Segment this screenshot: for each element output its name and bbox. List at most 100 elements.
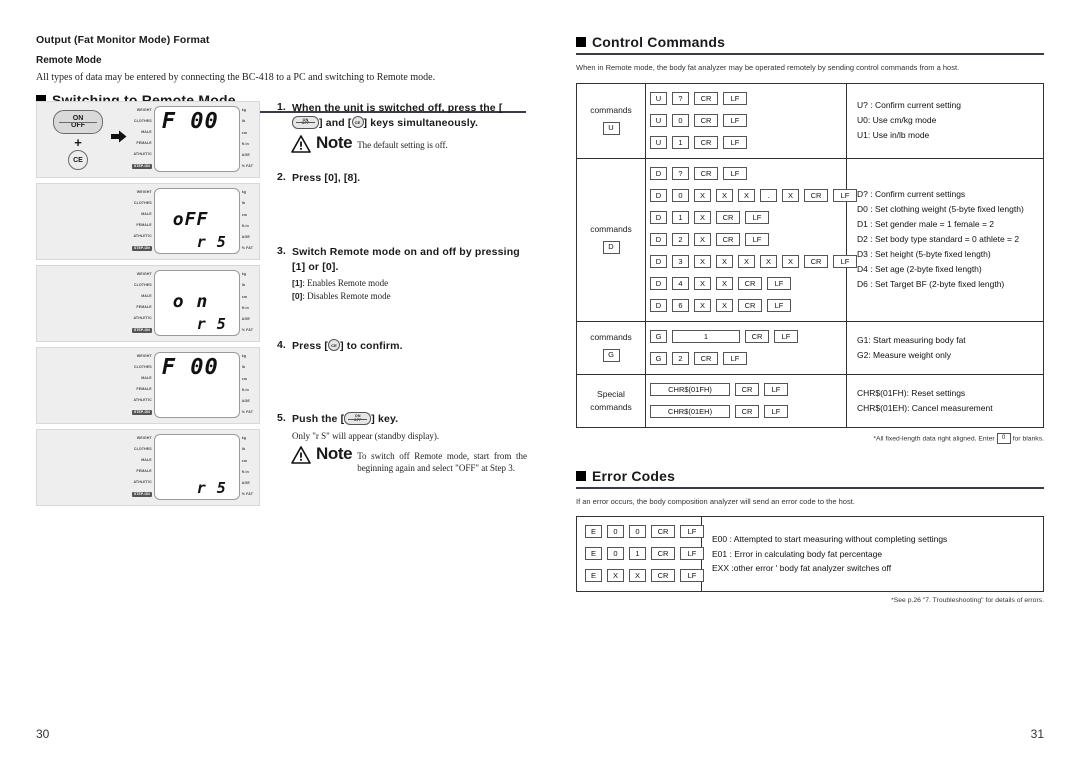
lcd-label-step-on: STEP-ON	[132, 163, 152, 169]
box-cr: CR	[694, 166, 718, 180]
box-chr-01eh: CHR$(01EH)	[650, 404, 730, 418]
lcd-label-clothes: CLOTHES	[133, 282, 152, 287]
output-format-heading: Output (Fat Monitor Mode) Format	[36, 34, 210, 46]
lcd-display-1: WEIGHT CLOTHES MALE FEMALE ATHLETIC STEP…	[132, 106, 253, 172]
lcd-unit-kg: kg	[241, 272, 247, 276]
box-d: D	[650, 298, 667, 312]
lcd-label-athletic: ATHLETIC	[133, 233, 152, 238]
box-e: E	[585, 525, 602, 539]
g-label-cell: commands G	[576, 320, 646, 375]
lcd-label-athletic: ATHLETIC	[133, 315, 152, 320]
box-cr: CR	[804, 188, 828, 202]
note-text-2: To switch off Remote mode, start from th…	[357, 450, 527, 473]
box-6: 6	[672, 298, 689, 312]
lcd-display-4: WEIGHT CLOTHES MALE FEMALE ATHLETIC STEP…	[132, 352, 253, 418]
error-codes-rule	[576, 486, 1044, 489]
lcd-unit-kg: kg	[241, 354, 247, 358]
u-label-box: U	[602, 121, 620, 135]
g-desc-1: G1: Start measuring body fat	[857, 334, 966, 345]
lcd-screen-3: o n r 5	[153, 270, 240, 336]
box-x: X	[782, 188, 799, 202]
u-sequence-cell: U? CR LF U 0 CR LF U 1 CR LF	[645, 82, 847, 159]
lcd-unit-lb: lb	[241, 447, 246, 452]
d-desc-2: D0 : Set clothing weight (5-byte fixed l…	[857, 204, 1024, 215]
lcd-left-labels-3: WEIGHT CLOTHES MALE FEMALE ATHLETIC STEP…	[132, 270, 152, 336]
lcd-value-5-sub: r 5	[196, 479, 227, 497]
box-x: X	[694, 232, 711, 246]
lcd-left-labels-1: WEIGHT CLOTHES MALE FEMALE ATHLETIC STEP…	[132, 106, 152, 172]
box-lf: LF	[723, 113, 747, 127]
step-4-text-b: ] to confirm.	[340, 340, 403, 353]
lcd-unit-ftin: ft.in	[241, 223, 249, 228]
box-x: X	[760, 254, 777, 268]
lcd-display-3: WEIGHT CLOTHES MALE FEMALE ATHLETIC STEP…	[132, 270, 253, 336]
lcd-screen-2: oFF r 5	[153, 188, 240, 254]
box-0: 0	[629, 525, 646, 539]
box-x: X	[629, 569, 646, 583]
table-row-u-commands: commands U U? CR LF U 0 CR LF U 1 CR LF U? : Con…	[576, 82, 1044, 159]
box-d: D	[650, 188, 667, 202]
special-label-text-1: Special	[597, 388, 625, 399]
footnote-box-zero: 0	[996, 432, 1011, 444]
lcd-value-4: F 00	[161, 355, 219, 380]
lcd-unit-kg: kg	[241, 190, 247, 194]
box-lf: LF	[680, 569, 704, 583]
d-seq-row-6: D 4 X X CR LF	[650, 275, 842, 293]
step-2-number: 2.	[277, 171, 286, 184]
g-seq-row-1: G 1 CR LF	[650, 328, 842, 346]
step-5-sub: Only "r S" will appear (standby display)…	[292, 430, 440, 441]
box-cr: CR	[716, 232, 740, 246]
lcd-unit-age: AGE	[241, 317, 250, 322]
lcd-right-labels-2: kg lb cm ft.in AGE % FAT	[242, 188, 253, 254]
lcd-unit-kg: kg	[241, 436, 247, 440]
u-desc-2: U0: Use cm/kg mode	[857, 115, 937, 126]
u-label-cell: commands U	[576, 82, 646, 159]
lcd-label-step-on: STEP-ON	[132, 327, 152, 333]
right-page-content: Control Commands When in Remote mode, th…	[576, 34, 1044, 604]
box-1: 1	[629, 547, 646, 561]
lcd-unit-lb: lb	[241, 119, 246, 124]
section-bullet-square-icon	[576, 37, 586, 47]
err-desc-1: E00 : Attempted to start measuring witho…	[712, 533, 948, 544]
box-lf: LF	[745, 232, 769, 246]
lcd-value-3-main: o n	[172, 291, 209, 312]
box-0: 0	[607, 525, 624, 539]
box-x: X	[694, 298, 711, 312]
lcd-unit-cm: cm	[241, 294, 248, 299]
box-cr: CR	[735, 404, 759, 418]
d-desc-4: D2 : Set body type standard = 0 athlete …	[857, 234, 1020, 245]
box-u: U	[650, 135, 667, 149]
box-lf: LF	[767, 298, 791, 312]
lcd-label-athletic: ATHLETIC	[133, 397, 152, 402]
lcd-screen-1: F 00	[153, 106, 240, 172]
lcd-value-1: F 00	[161, 109, 219, 134]
lcd-unit-kg: kg	[241, 108, 247, 112]
box-d: D	[650, 210, 667, 224]
box-x: X	[782, 254, 799, 268]
box-lf: LF	[774, 329, 798, 343]
lcd-screen-5: r 5	[153, 434, 240, 500]
lcd-label-weight: WEIGHT	[136, 108, 152, 112]
d-seq-row-2: D 0 X X X. X CR LF	[650, 187, 857, 205]
panel-step5: WEIGHT CLOTHES MALE FEMALE ATHLETIC STEP…	[36, 429, 260, 506]
d-seq-row-3: D 1 X CR LF	[650, 209, 842, 227]
d-sequence-cell: D? CR LF D 0 X X X. X CR LF D 1 X CR LF D 2 X CR LF D3XXX…	[645, 157, 857, 322]
note-text-1: The default setting is off.	[357, 140, 448, 151]
lcd-unit-ftin: ft.in	[241, 305, 249, 310]
section-bullet-square-icon	[576, 470, 586, 481]
lcd-label-weight: WEIGHT	[136, 436, 152, 440]
step-5-title: Push the [ON OFF] key.	[292, 412, 527, 427]
box-e: E	[585, 547, 602, 561]
step-5: 5. Push the [ON OFF] key. Only "r S" will…	[277, 412, 527, 442]
note-word-2: Note	[316, 443, 353, 463]
box-cr: CR	[651, 525, 675, 539]
lcd-unit-fat: % FAT	[241, 246, 253, 251]
step-1-text-c: ] keys simultaneously.	[363, 117, 479, 130]
footnote-text-b: for blanks.	[1012, 434, 1044, 442]
special-label-text-2: commands	[590, 401, 632, 412]
lcd-label-clothes: CLOTHES	[133, 118, 152, 123]
box-x: X	[716, 276, 733, 290]
box-e: E	[585, 569, 602, 583]
panel-step2: WEIGHT CLOTHES MALE FEMALE ATHLETIC STEP…	[36, 183, 260, 260]
box-2: 2	[672, 232, 689, 246]
